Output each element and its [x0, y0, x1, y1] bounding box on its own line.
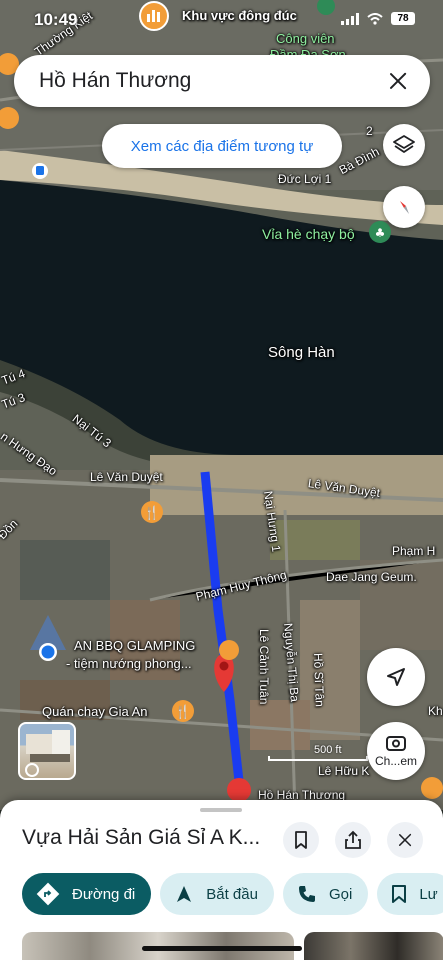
- directions-button[interactable]: Đường đi: [22, 873, 152, 915]
- scale-label: 500 ft: [314, 744, 342, 756]
- map-label-street: Phạm H: [392, 544, 436, 558]
- share-button[interactable]: [335, 822, 371, 858]
- bus-stop-icon[interactable]: [32, 163, 48, 179]
- restaurant-marker-icon[interactable]: 🍴: [172, 700, 194, 722]
- navigation-icon: [177, 886, 192, 902]
- street-view-thumbnail[interactable]: [18, 722, 76, 780]
- battery-icon: 78: [391, 12, 415, 25]
- search-bar[interactable]: Hồ Hán Thương: [14, 55, 430, 107]
- restaurant-marker-icon[interactable]: [421, 777, 443, 799]
- place-title: Vựa Hải Sản Giá Sỉ A K...: [22, 826, 261, 849]
- share-icon: [345, 830, 361, 849]
- restaurant-marker-icon[interactable]: [219, 640, 239, 660]
- status-icons: 78: [341, 12, 415, 25]
- search-input[interactable]: Hồ Hán Thương: [39, 69, 386, 93]
- action-chips: Đường đi Bắt đầu Gọi Lư: [22, 873, 443, 915]
- checkin-button[interactable]: Ch...em: [367, 722, 425, 780]
- place-photo[interactable]: [304, 932, 443, 960]
- save-bookmark-button[interactable]: [283, 822, 319, 858]
- home-indicator[interactable]: [142, 946, 302, 951]
- signal-icon: [341, 12, 359, 25]
- directions-icon: [36, 882, 60, 906]
- directions-label: Đường đi: [72, 885, 136, 903]
- status-time: 10:49: [34, 10, 78, 29]
- call-button[interactable]: Gọi: [282, 873, 369, 915]
- save-button[interactable]: Lư: [377, 873, 443, 915]
- close-icon: [396, 831, 414, 849]
- checkin-label: Ch...em: [374, 754, 417, 768]
- map-label-street: Lê Văn Duyệt: [90, 470, 163, 484]
- place-bottom-sheet[interactable]: Vựa Hải Sản Giá Sỉ A K... Đường đi Bắt đ…: [0, 800, 443, 960]
- map-label-song-han: Sông Hàn: [268, 344, 335, 361]
- compass-icon: [399, 200, 409, 214]
- map-label-running-path: Vỉa hè chạy bộ: [262, 226, 355, 242]
- bookmark-icon: [295, 831, 307, 849]
- close-sheet-button[interactable]: [387, 822, 423, 858]
- map-scale: 500 ft: [268, 744, 368, 761]
- map-label-poi: - tiệm nướng phong...: [66, 656, 192, 671]
- map-label-poi: Quán chay Gia An: [42, 704, 148, 719]
- start-button[interactable]: Bắt đầu: [160, 873, 274, 915]
- destination-pin-icon[interactable]: [227, 778, 251, 802]
- start-label: Bắt đầu: [206, 885, 258, 903]
- map-label-street: Hồ Sĩ Tân: [311, 652, 327, 708]
- park-marker-icon[interactable]: ♣: [369, 221, 391, 243]
- map-label-street: Lê Cảnh Tuân: [257, 629, 271, 705]
- map-label-poi: Dae Jang Geum.: [326, 570, 417, 584]
- map-label-park: Công viên: [276, 31, 335, 46]
- map-label-street: Đức Lợi 1: [278, 172, 332, 186]
- crowded-area-icon[interactable]: [139, 1, 169, 31]
- map-label-street: 2: [366, 124, 373, 138]
- close-icon[interactable]: [386, 69, 410, 93]
- my-location-button[interactable]: [367, 648, 425, 706]
- map-label-poi: AN BBQ GLAMPING: [74, 638, 196, 653]
- svg-text:🍴: 🍴: [175, 704, 191, 720]
- map-label-crowded-area: Khu vực đông đúc: [182, 8, 297, 23]
- bookmark-icon: [392, 885, 407, 903]
- svg-text:♣: ♣: [375, 226, 386, 240]
- map-label-street: Kh: [428, 704, 443, 718]
- phone-icon: [298, 886, 315, 902]
- scale-bar: [268, 756, 368, 761]
- svg-text:🍴: 🍴: [144, 505, 160, 521]
- save-label: Lư: [419, 885, 438, 903]
- layers-icon: [393, 135, 415, 153]
- similar-places-button[interactable]: Xem các địa điểm tương tự: [102, 124, 342, 168]
- map-label-street: Lê Hữu K: [318, 764, 370, 778]
- wifi-icon: [367, 12, 383, 25]
- street-view-icon: [25, 730, 70, 777]
- restaurant-marker-icon[interactable]: 🍴: [141, 501, 163, 523]
- drag-handle[interactable]: [200, 808, 242, 812]
- camera-search-icon: [386, 736, 406, 751]
- call-label: Gọi: [328, 885, 353, 903]
- navigation-arrow-icon: [387, 668, 405, 686]
- compass-button[interactable]: [383, 186, 425, 228]
- layers-button[interactable]: [383, 124, 425, 166]
